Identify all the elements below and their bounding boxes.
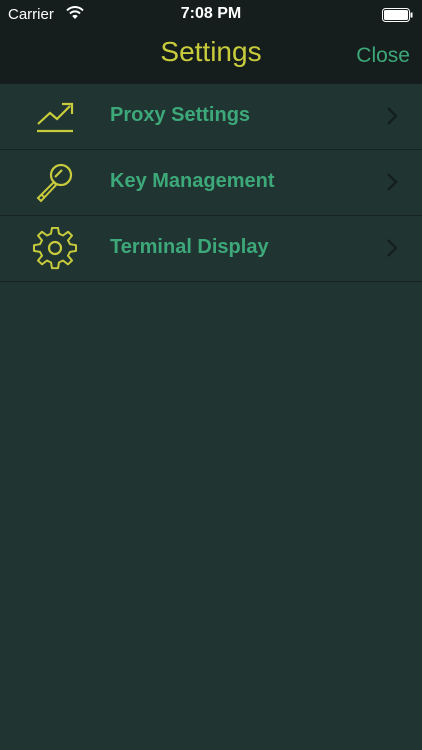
close-button[interactable]: Close (356, 44, 410, 68)
menu-item-label: Key Management (110, 170, 275, 192)
settings-menu: Proxy Settings Key Management Terminal D… (0, 84, 422, 282)
menu-item-label: Terminal Display (110, 236, 269, 258)
menu-item-terminal-display[interactable]: Terminal Display (0, 216, 422, 282)
chevron-right-icon (387, 107, 398, 125)
chevron-right-icon (387, 239, 398, 257)
chevron-right-icon (387, 173, 398, 191)
status-bar: Carrier 7:08 PM (0, 0, 422, 30)
key-icon (36, 163, 73, 203)
top-bar: Carrier 7:08 PM Settings Close (0, 0, 422, 84)
battery-icon (382, 8, 413, 22)
gear-icon (33, 227, 77, 270)
menu-item-key-management[interactable]: Key Management (0, 150, 422, 216)
status-time: 7:08 PM (180, 5, 242, 22)
menu-item-proxy-settings[interactable]: Proxy Settings (0, 84, 422, 150)
menu-item-label: Proxy Settings (110, 104, 251, 126)
trend-up-chart-icon (37, 102, 74, 133)
